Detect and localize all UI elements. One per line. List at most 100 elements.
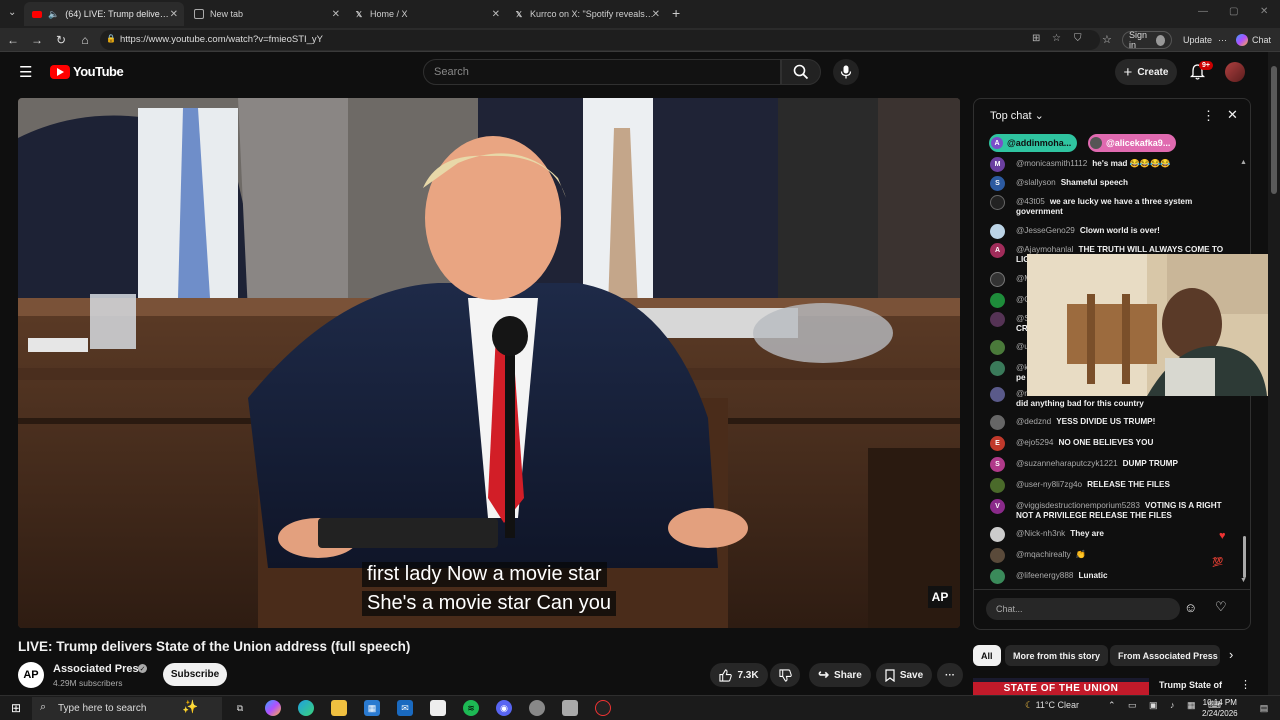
chat-username[interactable]: @Ajaymohanlal (1016, 245, 1073, 254)
heart-icon[interactable]: ♡ (1215, 599, 1227, 615)
chat-text: YESS DIVIDE US TRUMP! (1056, 417, 1156, 426)
app-icon-red[interactable] (595, 700, 611, 716)
task-view-icon[interactable]: ⧉ (232, 700, 248, 716)
recommended-video-thumbnail[interactable]: STATE OF THE UNION (973, 678, 1149, 695)
channel-avatar[interactable]: AP (18, 662, 44, 688)
discord-icon[interactable]: ◉ (496, 700, 512, 716)
mail-icon[interactable]: ✉ (397, 700, 413, 716)
tab-home-x[interactable]: 𝕏 Home / X ✕ (346, 2, 506, 26)
video-player[interactable]: first lady Now a movie star She's a movi… (18, 98, 960, 628)
chip-more-from-story[interactable]: More from this story (1005, 645, 1109, 666)
new-tab-plus-icon[interactable]: + (672, 5, 680, 21)
document-icon[interactable] (430, 700, 446, 716)
save-button[interactable]: Save (876, 663, 932, 687)
chat-username[interactable]: @ejo5294 (1016, 438, 1053, 447)
chat-username[interactable]: @monicasmith1112 (1016, 159, 1087, 168)
user-avatar: A (990, 243, 1005, 258)
more-vertical-icon[interactable]: ⋮ (1202, 108, 1215, 124)
close-chat-icon[interactable]: ✕ (1227, 107, 1238, 123)
page-scrollbar-thumb[interactable] (1271, 66, 1277, 194)
spotify-icon[interactable]: ≋ (463, 700, 479, 716)
minimize-icon[interactable]: — (1198, 6, 1208, 17)
edge-browser-icon[interactable] (298, 700, 314, 716)
chat-username[interactable]: @mqachirealty (1016, 550, 1071, 559)
tab-new-tab[interactable]: New tab ✕ (186, 2, 346, 26)
share-button[interactable]: ↪ Share (809, 663, 871, 687)
create-button[interactable]: + Create (1115, 59, 1177, 85)
account-avatar[interactable] (1225, 62, 1245, 82)
close-tab-icon[interactable]: ✕ (332, 9, 340, 20)
weather-widget[interactable]: ☾ 11°C Clear (1025, 700, 1079, 711)
favorite-star-icon[interactable]: ☆ (1052, 33, 1061, 44)
tab-youtube-live[interactable]: 🔈 (64) LIVE: Trump delivers State ✕ (24, 2, 184, 26)
chat-text: Shameful speech (1060, 178, 1129, 187)
chat-username[interactable]: @slallyson (1016, 178, 1056, 187)
chat-username[interactable]: @viggisdestructionemporium5283 (1016, 501, 1140, 510)
microphone-icon (840, 65, 852, 79)
copilot-taskbar-icon[interactable] (265, 700, 281, 716)
update-button[interactable]: Update ··· (1177, 31, 1233, 49)
copilot-chat-button[interactable]: Chat (1230, 31, 1277, 49)
scroll-down-icon[interactable]: ▼ (1240, 577, 1247, 584)
chip-all[interactable]: All (973, 645, 1001, 666)
favorites-icon[interactable]: ☆ (1102, 33, 1112, 46)
recommended-more-icon[interactable]: ⋮ (1240, 678, 1251, 691)
subscribe-button[interactable]: Subscribe (163, 663, 227, 686)
recommended-video-title[interactable]: Trump State of (1159, 680, 1222, 690)
forward-arrow-icon[interactable]: → (30, 33, 44, 47)
chat-username[interactable]: @43t05 (1016, 197, 1045, 206)
moon-icon: ☾ (1025, 700, 1034, 710)
youtube-logo[interactable]: YouTube (50, 64, 124, 79)
pinned-chip-1[interactable]: A @addinmoha... (989, 134, 1078, 152)
close-window-icon[interactable]: ✕ (1260, 6, 1268, 17)
taskbar-clock[interactable]: 10:14 PM 2/24/2026 (1202, 697, 1238, 719)
share-label: Share (834, 669, 862, 681)
chat-scrollbar-thumb[interactable] (1243, 536, 1246, 578)
url-text: https://www.youtube.com/watch?v=fmieoSTI… (120, 34, 324, 45)
tab-audio-icon[interactable]: 🔈 (48, 9, 59, 20)
back-arrow-icon[interactable]: ← (6, 33, 20, 47)
more-actions-button[interactable]: ··· (937, 663, 963, 687)
search-input[interactable] (434, 66, 754, 78)
channel-name[interactable]: Associated Press (53, 663, 145, 675)
taskbar-search-box[interactable]: ⌕ Type here to search ✨ (32, 697, 222, 720)
emoji-icon[interactable]: ☺ (1184, 600, 1197, 615)
chip-from-associated-press[interactable]: From Associated Press (1110, 645, 1220, 666)
chat-username[interactable]: @user-ny8li7zg4o (1016, 480, 1082, 489)
chat-username[interactable]: @dedznd (1016, 417, 1051, 426)
chat-input[interactable] (986, 598, 1180, 620)
sign-in-button[interactable]: Sign in (1122, 30, 1172, 50)
app-icon-gray[interactable] (529, 700, 545, 716)
shield-icon[interactable]: ⛉ (1074, 33, 1082, 44)
voice-search-button[interactable] (833, 59, 859, 85)
search-button[interactable] (781, 59, 821, 85)
chat-username[interactable]: @r (1016, 389, 1027, 398)
hamburger-menu-icon[interactable]: ☰ (19, 63, 32, 81)
home-icon[interactable]: ⌂ (78, 33, 92, 47)
notification-center-icon[interactable]: ▤ (1256, 700, 1272, 716)
close-tab-icon[interactable]: ✕ (492, 9, 500, 20)
microsoft-store-icon[interactable]: ▦ (364, 700, 380, 716)
chat-username[interactable]: @lifeenergy888 (1016, 571, 1073, 580)
tab-kurrco-x[interactable]: 𝕏 Kurrco on X: "Spotify reveals its lis … (506, 2, 666, 26)
chat-username[interactable]: @suzanneharaputczyk1221 (1016, 459, 1118, 468)
chat-username[interactable]: @JesseGeno29 (1016, 226, 1075, 235)
pinned-chip-2[interactable]: @alicekafka9... (1088, 134, 1177, 152)
maximize-icon[interactable]: ▢ (1229, 6, 1238, 17)
apps-icon[interactable]: ⊞ (1032, 33, 1040, 44)
chips-next-chevron-icon[interactable]: › (1229, 647, 1233, 662)
top-chat-dropdown[interactable]: Top chat ⌄ (990, 109, 1044, 122)
address-bar[interactable]: 🔒 https://www.youtube.com/watch?v=fmieoS… (100, 30, 1100, 50)
save-bookmark-icon (885, 668, 895, 682)
close-tab-icon[interactable]: ✕ (652, 9, 660, 20)
close-tab-icon[interactable]: ✕ (170, 9, 178, 20)
reload-icon[interactable]: ↻ (54, 33, 68, 47)
scroll-up-icon[interactable]: ▲ (1240, 159, 1247, 166)
dislike-button[interactable] (770, 663, 800, 687)
tab-actions-chevron-icon[interactable]: ⌄ (8, 7, 16, 18)
file-explorer-icon[interactable] (331, 700, 347, 716)
app-icon-window[interactable] (562, 700, 578, 716)
chat-username[interactable]: @Nick-nh3nk (1016, 529, 1065, 538)
windows-start-icon[interactable]: ⊞ (8, 700, 24, 716)
like-button[interactable]: 7.3K (710, 663, 768, 687)
